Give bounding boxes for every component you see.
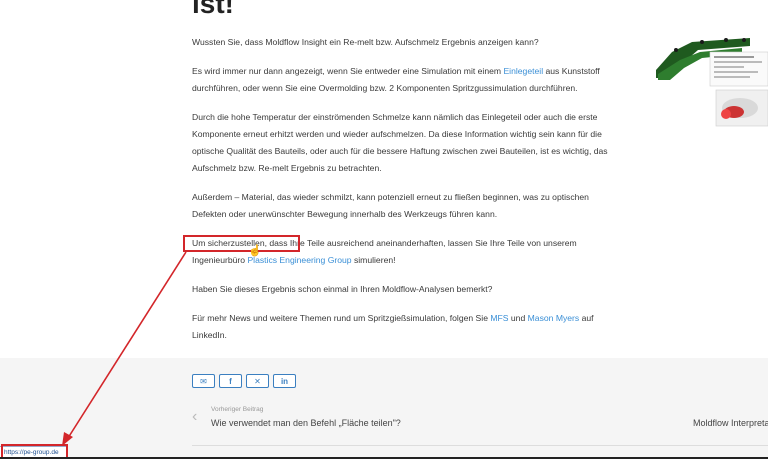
facebook-icon: f: [229, 376, 232, 386]
moldflow-result-image: [656, 38, 768, 127]
mfs-link[interactable]: MFS: [490, 313, 508, 323]
hand-cursor-icon: ☝: [248, 245, 262, 257]
paragraph-display: Es wird immer nur dann angezeigt, wenn S…: [192, 63, 622, 97]
post-footer-area: [0, 358, 768, 459]
article-heading: ist!: [192, 0, 234, 19]
einlegeteil-link[interactable]: Einlegeteil: [503, 66, 543, 76]
paragraph-text: Für mehr News und weitere Themen rund um…: [192, 313, 491, 323]
paragraph-text: und: [508, 313, 528, 323]
paragraph-material: Außerdem – Material, das wieder schmilzt…: [192, 192, 589, 219]
paragraph-temperature: Durch die hohe Temperatur der einströmen…: [192, 112, 608, 173]
paragraph-text: simulieren!: [351, 255, 396, 265]
x-icon: ✕: [254, 376, 261, 386]
paragraph-intro: Wussten Sie, dass Moldflow Insight ein R…: [192, 37, 539, 47]
next-post-title[interactable]: Moldflow Interpreta: [693, 418, 768, 428]
facebook-share-button[interactable]: f: [219, 374, 242, 388]
mason-myers-link[interactable]: Mason Myers: [528, 313, 580, 323]
chevron-left-icon: ‹: [192, 408, 198, 425]
x-share-button[interactable]: ✕: [246, 374, 269, 388]
envelope-icon: ✉: [200, 376, 207, 386]
paragraph-follow: Für mehr News und weitere Themen rund um…: [192, 310, 622, 344]
plastics-engineering-group-link[interactable]: Plastics Engineering Group: [247, 255, 351, 265]
previous-post-title: Wie verwendet man den Befehl „Fläche tei…: [211, 418, 401, 428]
email-share-button[interactable]: ✉: [192, 374, 215, 388]
divider: [192, 445, 768, 446]
link-highlight-box: [183, 235, 300, 252]
linkedin-share-button[interactable]: in: [273, 374, 296, 388]
paragraph-question: Haben Sie dieses Ergebnis schon einmal i…: [192, 284, 493, 294]
share-buttons: ✉ f ✕ in: [192, 374, 296, 388]
previous-post-label: Vorheriger Beitrag: [211, 406, 264, 413]
paragraph-text: Es wird immer nur dann angezeigt, wenn S…: [192, 66, 504, 76]
linkedin-icon: in: [280, 376, 289, 386]
article-body: Wussten Sie, dass Moldflow Insight ein R…: [192, 34, 622, 356]
